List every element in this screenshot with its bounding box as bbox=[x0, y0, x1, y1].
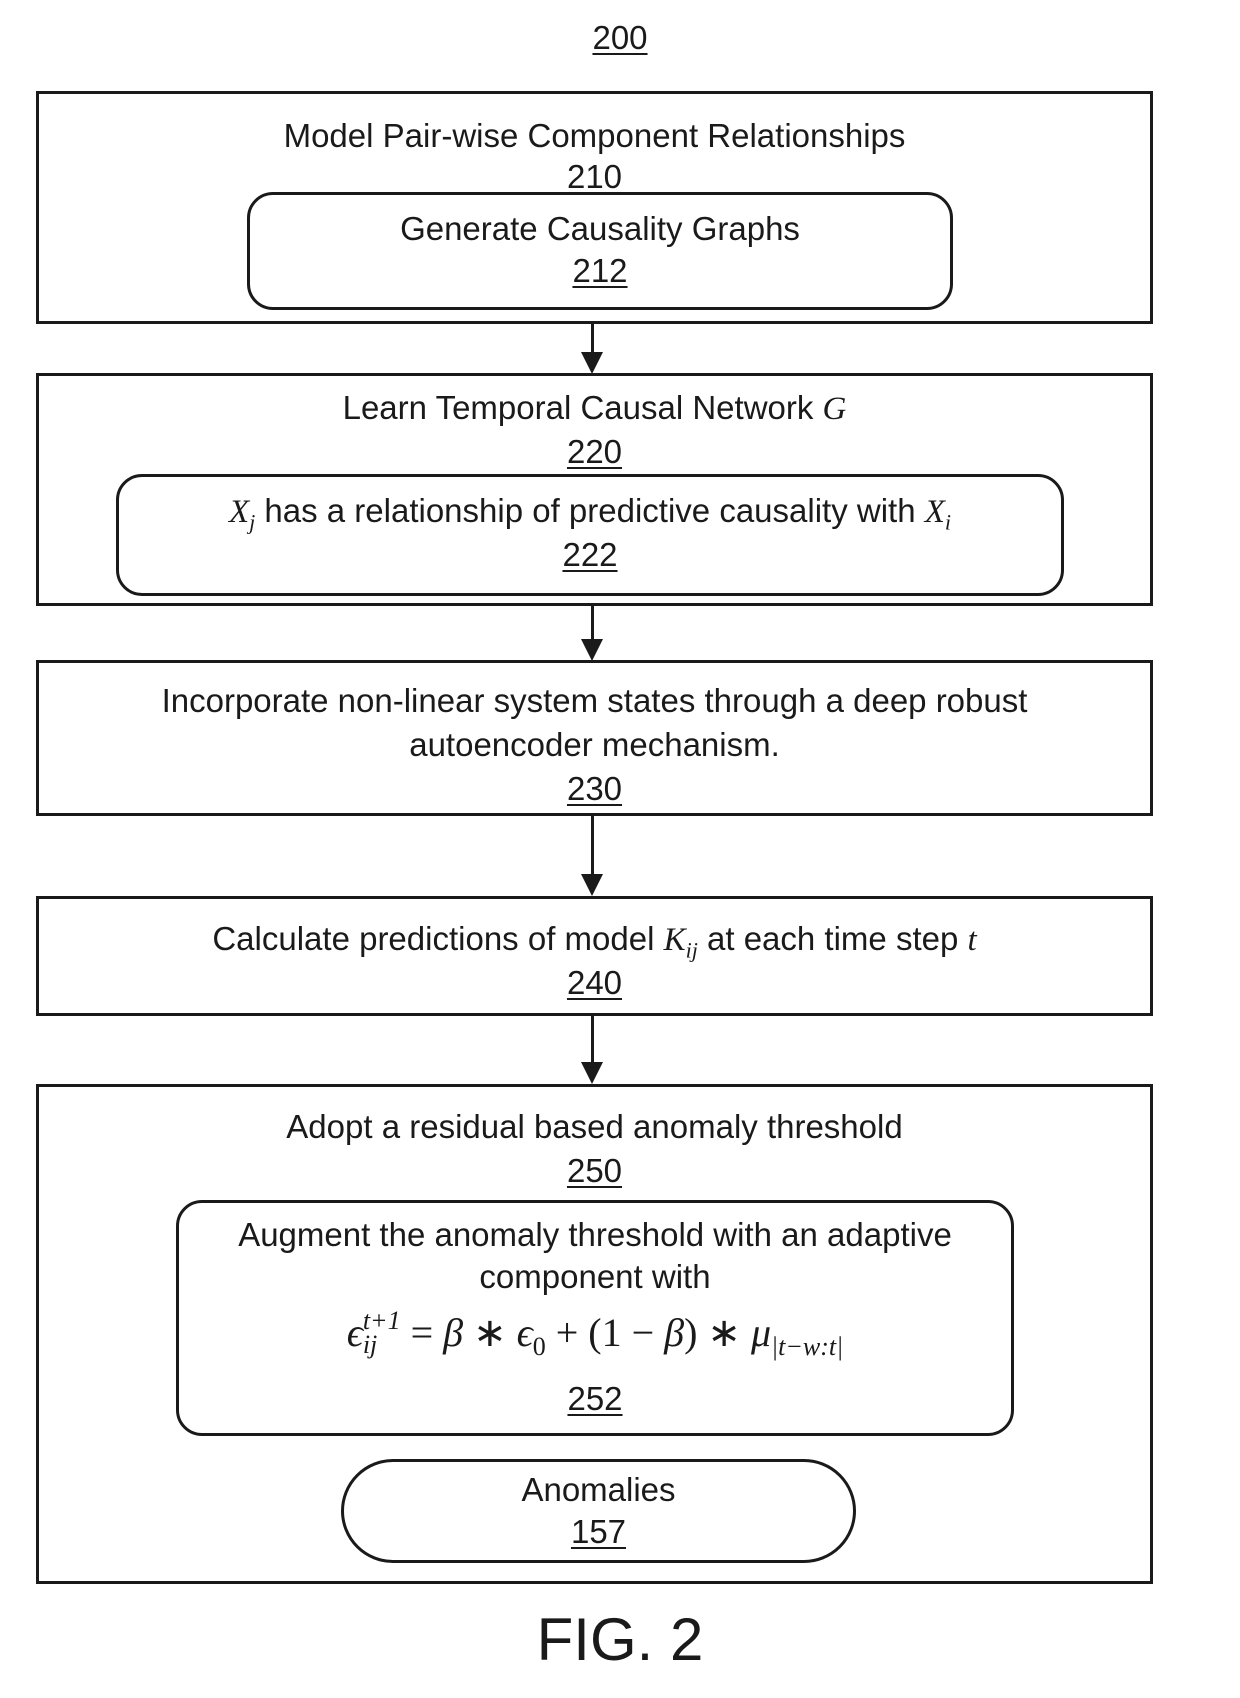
step-240-box: Calculate predictions of model Kij at ea… bbox=[36, 896, 1153, 1016]
network-g-symbol: G bbox=[822, 391, 847, 427]
step-212-ref: 212 bbox=[572, 252, 628, 289]
arrow-head-icon bbox=[581, 1062, 603, 1084]
step-220-title: Learn Temporal Causal Network G bbox=[342, 389, 847, 427]
step-230-box: Incorporate non-linear system states thr… bbox=[36, 660, 1153, 816]
step-212-text: Generate Causality Graphs bbox=[400, 210, 800, 247]
step-210-ref: 210 bbox=[566, 158, 623, 195]
step-220-box: Learn Temporal Causal Network G 220 Xj h… bbox=[36, 373, 1153, 606]
anomalies-ref: 157 bbox=[570, 1513, 627, 1550]
step-252-box: Augment the anomaly threshold with an ad… bbox=[176, 1200, 1014, 1436]
figure-caption: FIG. 2 bbox=[536, 1606, 704, 1673]
adaptive-threshold-formula: ϵ t+1 ij = β ∗ ϵ0 + (1 − β) ∗ μ|t−w:t| bbox=[346, 1305, 844, 1361]
anomalies-label: Anomalies bbox=[521, 1471, 676, 1508]
step-220-ref: 220 bbox=[566, 433, 623, 470]
step-252-line2: component with bbox=[479, 1258, 711, 1295]
step-230-ref: 230 bbox=[566, 770, 623, 807]
anomalies-output: Anomalies 157 bbox=[341, 1459, 856, 1563]
step-250-ref: 250 bbox=[566, 1152, 623, 1189]
step-222-box: Xj has a relationship of predictive caus… bbox=[116, 474, 1064, 596]
arrow-head-icon bbox=[581, 352, 603, 374]
step-212-box: Generate Causality Graphs 212 bbox=[247, 192, 953, 310]
step-210-title: Model Pair-wise Component Relationships bbox=[283, 117, 906, 154]
arrow-head-icon bbox=[581, 874, 603, 896]
arrow-head-icon bbox=[581, 639, 603, 661]
step-252-line1: Augment the anomaly threshold with an ad… bbox=[238, 1216, 952, 1253]
step-250-title: Adopt a residual based anomaly threshold bbox=[286, 1108, 903, 1145]
step-210-box: Model Pair-wise Component Relationships … bbox=[36, 91, 1153, 324]
step-252-ref: 252 bbox=[567, 1380, 623, 1417]
figure-number: 200 bbox=[592, 19, 648, 56]
step-230-line2: autoencoder mechanism. bbox=[409, 726, 780, 763]
step-250-box: Adopt a residual based anomaly threshold… bbox=[36, 1084, 1153, 1584]
step-240-ref: 240 bbox=[566, 964, 623, 1001]
step-222-ref: 222 bbox=[562, 536, 618, 573]
step-230-line1: Incorporate non-linear system states thr… bbox=[161, 682, 1028, 719]
